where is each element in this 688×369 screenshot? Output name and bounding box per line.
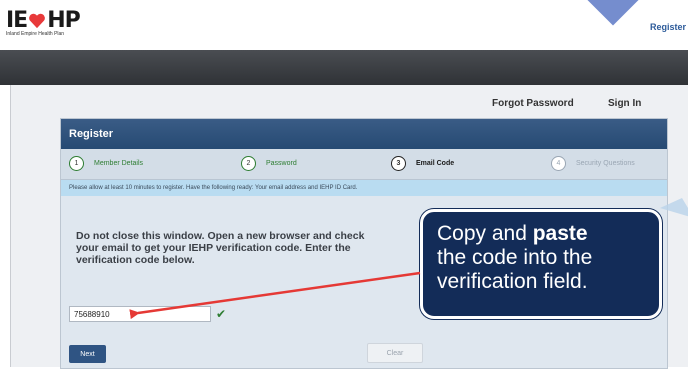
callout-line-3: verification field. [437,270,588,293]
step-number: 3 [391,156,406,171]
step-label: Security Questions [576,160,635,167]
callout-line-1: Copy and paste [437,222,659,246]
instructions-text: Do not close this window. Open a new bro… [76,230,365,266]
heart-icon [29,13,46,28]
clear-button[interactable]: Clear [367,343,423,363]
nav-band [0,50,688,85]
iehp-logo[interactable]: IE HP Inland Empire Health Plan [6,8,81,37]
step-number: 2 [241,156,256,171]
panel-title: Register [61,119,667,149]
callout-tail-icon [660,198,688,217]
register-link[interactable]: Register [650,22,686,32]
forgot-password-link[interactable]: Forgot Password [492,98,574,109]
step-email-code: 3 Email Code [391,156,454,171]
sign-in-link[interactable]: Sign In [608,98,641,109]
info-notice: Please allow at least 10 minutes to regi… [61,180,667,196]
step-number: 4 [551,156,566,171]
callout-text: Copy and [437,222,533,245]
callout-emphasis: paste [532,222,588,245]
tutorial-callout: Copy and paste the code into the verific… [420,209,662,319]
step-label: Email Code [416,160,455,167]
next-button[interactable]: Next [69,345,106,363]
step-password: 2 Password [241,156,297,171]
step-member-details: 1 Member Details [69,156,143,171]
verification-code-input[interactable] [69,306,211,322]
step-security-questions: 4 Security Questions [551,156,635,171]
step-label: Member Details [94,160,144,167]
step-label: Password [266,160,297,167]
step-number: 1 [69,156,84,171]
logo-mark: IE HP [6,8,81,33]
decorative-diamond [580,0,646,26]
callout-line-2: the code into the [437,246,593,269]
step-indicator: 1 Member Details 2 Password 3 Email Code… [61,149,667,180]
checkmark-icon: ✔ [216,307,227,321]
site-header: IE HP Inland Empire Health Plan Register [0,0,688,50]
